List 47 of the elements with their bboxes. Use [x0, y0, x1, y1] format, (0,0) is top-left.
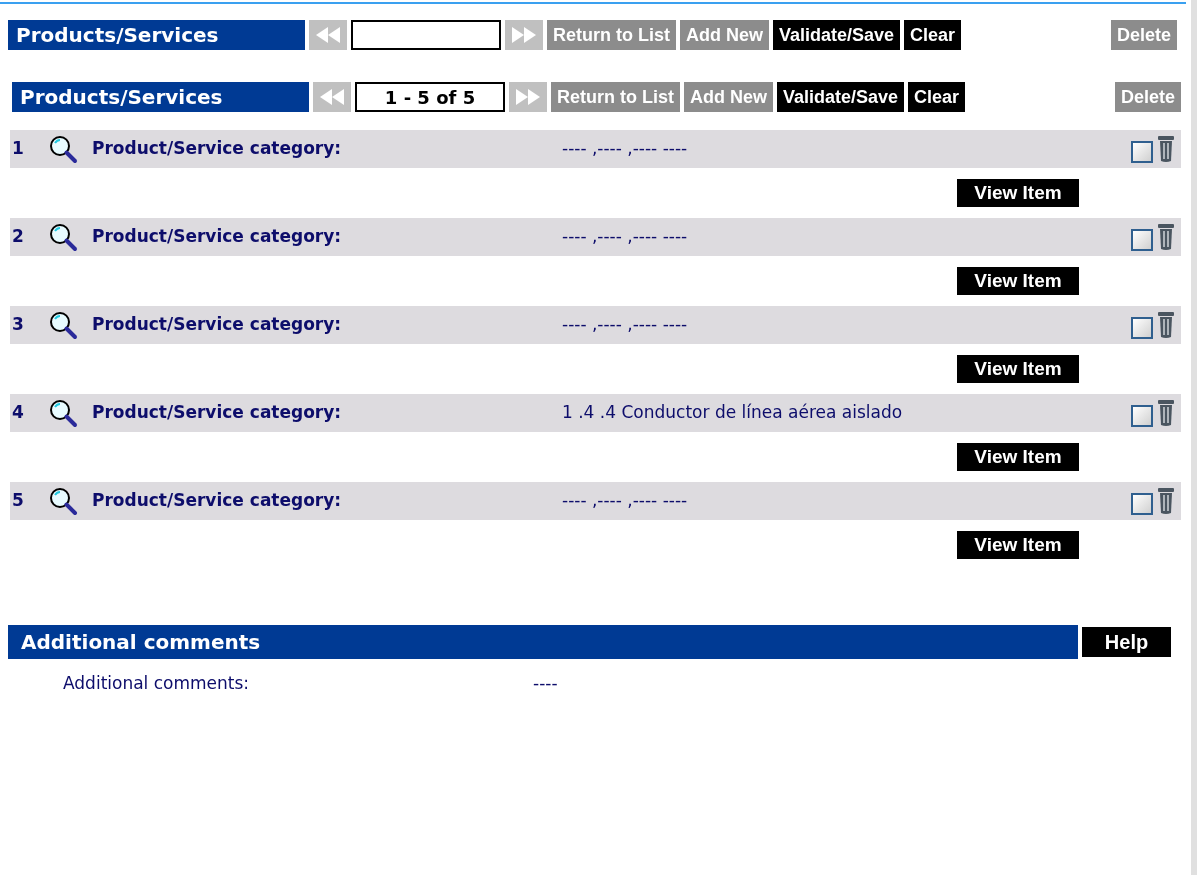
section-title: Additional comments: [8, 625, 1078, 659]
field-label: Product/Service category:: [92, 313, 343, 337]
trash-icon[interactable]: [1157, 487, 1175, 515]
field-value: ---- ,---- ,---- ----: [562, 137, 689, 161]
search-icon[interactable]: [48, 398, 78, 428]
page-field[interactable]: [351, 20, 501, 50]
search-icon[interactable]: [48, 134, 78, 164]
view-item-button[interactable]: View Item: [957, 531, 1079, 559]
search-icon[interactable]: [48, 222, 78, 252]
field-value: 1 .4 .4 Conductor de línea aérea aislado: [562, 401, 904, 425]
view-item-button[interactable]: View Item: [957, 443, 1079, 471]
field-label: Product/Service category:: [92, 489, 343, 513]
item-number: 1: [11, 137, 25, 161]
checkbox[interactable]: [1131, 141, 1153, 163]
field-label: Product/Service category:: [92, 401, 343, 425]
field-label: Product/Service category:: [92, 137, 343, 161]
field-value: ---- ,---- ,---- ----: [562, 489, 689, 513]
checkbox[interactable]: [1131, 493, 1153, 515]
toolbar-button[interactable]: Validate/Save: [777, 82, 905, 112]
checkbox[interactable]: [1131, 317, 1153, 339]
view-item-button[interactable]: View Item: [957, 179, 1079, 207]
trash-icon[interactable]: [1157, 223, 1175, 251]
view-item-button[interactable]: View Item: [957, 355, 1079, 383]
search-icon[interactable]: [48, 310, 78, 340]
checkbox[interactable]: [1131, 405, 1153, 427]
trash-icon[interactable]: [1157, 311, 1175, 339]
checkbox[interactable]: [1131, 229, 1153, 251]
view-item-button[interactable]: View Item: [957, 267, 1079, 295]
item-number: 2: [11, 225, 25, 249]
page-field[interactable]: 1 - 5 of 5: [355, 82, 505, 112]
section-title: Products/Services: [12, 82, 309, 112]
item-number: 5: [11, 489, 25, 513]
item-number: 4: [11, 401, 25, 425]
field-label: Additional comments:: [63, 672, 251, 695]
trash-icon[interactable]: [1157, 399, 1175, 427]
toolbar-button[interactable]: Clear: [908, 82, 966, 112]
field-value: ---- ,---- ,---- ----: [562, 225, 689, 249]
section-title: Products/Services: [8, 20, 305, 50]
field-value: ----: [533, 672, 558, 695]
field-value: ---- ,---- ,---- ----: [562, 313, 689, 337]
toolbar-button[interactable]: Clear: [904, 20, 962, 50]
trash-icon[interactable]: [1157, 135, 1175, 163]
item-number: 3: [11, 313, 25, 337]
field-label: Product/Service category:: [92, 225, 343, 249]
toolbar-button[interactable]: Validate/Save: [773, 20, 901, 50]
search-icon[interactable]: [48, 486, 78, 516]
help-button[interactable]: Help: [1082, 627, 1171, 657]
